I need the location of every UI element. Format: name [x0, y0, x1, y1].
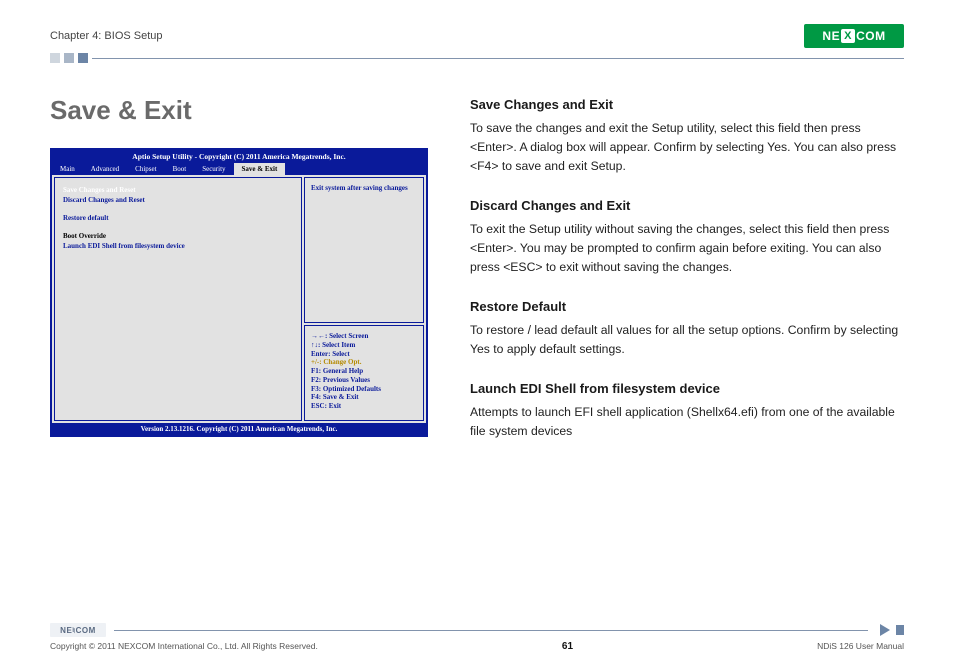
bios-tab-chipset[interactable]: Chipset — [127, 163, 164, 175]
bios-item-discard-reset[interactable]: Discard Changes and Reset — [63, 196, 293, 204]
bios-utility-title: Aptio Setup Utility - Copyright (C) 2011… — [52, 150, 426, 163]
bios-key-f3: F3: Optimized Defaults — [311, 385, 417, 394]
footer-arrow-icon — [880, 624, 890, 636]
logo-part-b: COM — [856, 29, 886, 43]
section-save-exit: Save Changes and Exit To save the change… — [470, 95, 904, 176]
bios-help-pane: Exit system after saving changes — [304, 177, 424, 323]
text-launch-shell: Attempts to launch EFI shell application… — [470, 403, 904, 441]
section-launch-shell: Launch EDI Shell from filesystem device … — [470, 379, 904, 441]
bios-keys-pane: →←: Select Screen ↑↓: Select Item Enter:… — [304, 325, 424, 421]
bios-key-select-screen: →←: Select Screen — [311, 332, 417, 341]
bios-key-select-item: ↑↓: Select Item — [311, 341, 417, 350]
text-discard-exit: To exit the Setup utility without saving… — [470, 220, 904, 277]
footer-copyright: Copyright © 2011 NEXCOM International Co… — [50, 641, 318, 652]
bios-screenshot: Aptio Setup Utility - Copyright (C) 2011… — [50, 148, 428, 437]
page-title: Save & Exit — [50, 95, 430, 126]
bios-version-footer: Version 2.13.1216. Copyright (C) 2011 Am… — [52, 423, 426, 435]
chapter-label: Chapter 4: BIOS Setup — [50, 30, 163, 42]
heading-save-exit: Save Changes and Exit — [470, 95, 904, 115]
bios-item-boot-override: Boot Override — [63, 232, 293, 240]
bios-key-f2: F2: Previous Values — [311, 376, 417, 385]
bios-item-launch-shell[interactable]: Launch EDI Shell from filesystem device — [63, 242, 293, 250]
logo-x-icon: X — [841, 29, 855, 43]
bios-key-enter: Enter: Select — [311, 350, 417, 359]
bios-tab-save-exit[interactable]: Save & Exit — [234, 163, 286, 175]
bios-key-f1: F1: General Help — [311, 367, 417, 376]
footer-mini-logo: NE♮COM — [50, 623, 106, 637]
bios-tab-bar: Main Advanced Chipset Boot Security Save… — [52, 163, 426, 175]
bios-item-save-reset[interactable]: Save Changes and Reset — [63, 186, 293, 194]
heading-launch-shell: Launch EDI Shell from filesystem device — [470, 379, 904, 399]
bios-item-restore[interactable]: Restore default — [63, 214, 293, 222]
bios-tab-main[interactable]: Main — [52, 163, 83, 175]
heading-restore-default: Restore Default — [470, 297, 904, 317]
bios-tab-advanced[interactable]: Advanced — [83, 163, 127, 175]
logo-part-a: NE — [822, 29, 840, 43]
section-restore-default: Restore Default To restore / lead defaul… — [470, 297, 904, 359]
section-discard-exit: Discard Changes and Exit To exit the Set… — [470, 196, 904, 277]
bios-options-pane: Save Changes and Reset Discard Changes a… — [54, 177, 302, 421]
nexcom-logo: NE X COM — [804, 24, 904, 48]
bios-key-esc: ESC: Exit — [311, 402, 417, 411]
bios-tab-security[interactable]: Security — [194, 163, 233, 175]
bios-key-change-opt: +/-: Change Opt. — [311, 358, 417, 367]
bios-key-f4: F4: Save & Exit — [311, 393, 417, 402]
page-number: 61 — [562, 641, 573, 652]
header-rule — [50, 53, 904, 63]
footer-manual-name: NDiS 126 User Manual — [817, 641, 904, 652]
bios-tab-boot[interactable]: Boot — [165, 163, 195, 175]
text-save-exit: To save the changes and exit the Setup u… — [470, 119, 904, 176]
heading-discard-exit: Discard Changes and Exit — [470, 196, 904, 216]
footer-endcap-icon — [896, 625, 904, 635]
text-restore-default: To restore / lead default all values for… — [470, 321, 904, 359]
footer-rule: NE♮COM — [50, 623, 904, 637]
